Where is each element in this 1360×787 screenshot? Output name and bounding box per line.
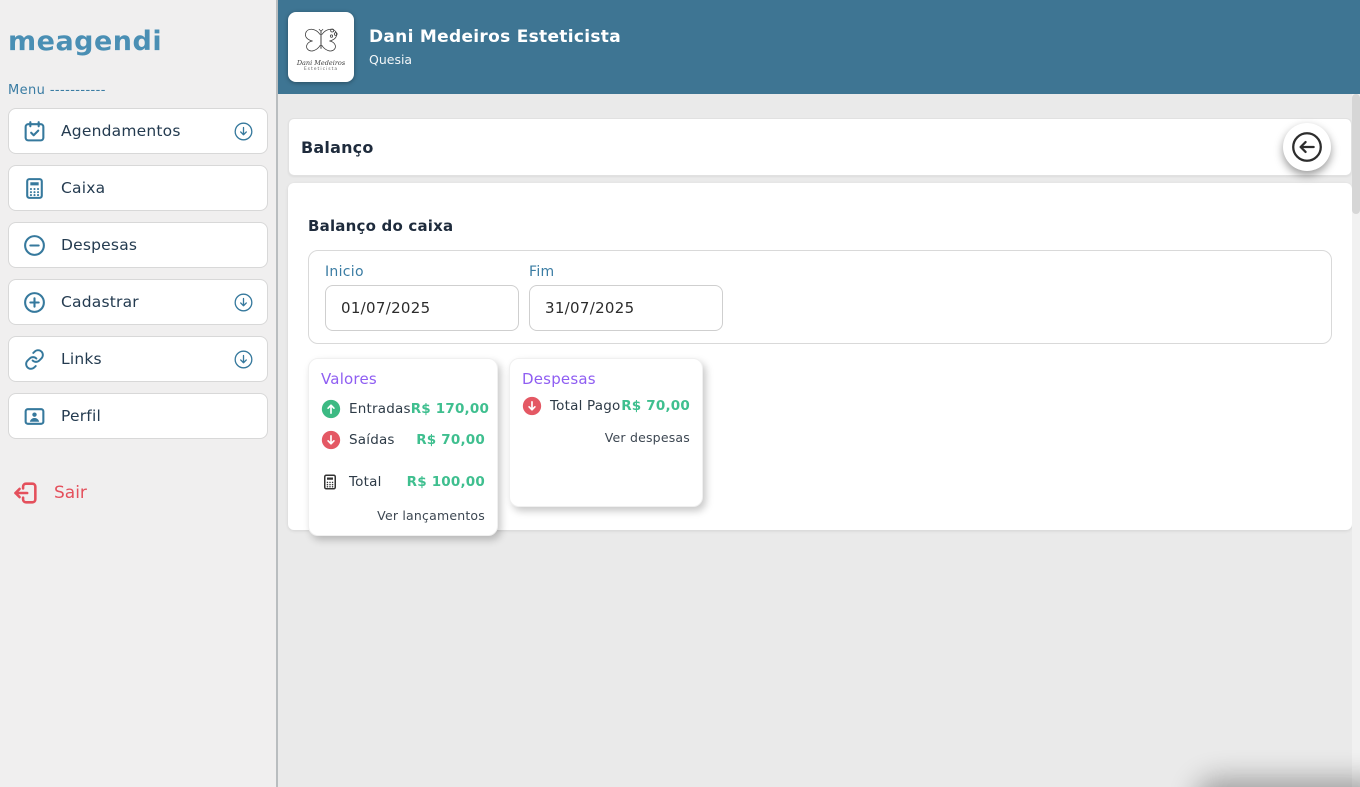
ver-despesas-link[interactable]: Ver despesas [522, 430, 690, 445]
page-title: Balanço [301, 137, 374, 157]
saidas-label: Saídas [349, 432, 395, 448]
arrow-down-circle-icon [321, 430, 341, 450]
start-date-field: Inicio [325, 261, 519, 331]
logout-button[interactable]: Sair [8, 479, 268, 507]
calculator-icon [321, 472, 341, 492]
avatar-subcaption: Esteticista [303, 67, 339, 73]
valores-card-title: Valores [321, 370, 377, 388]
sidebar-item-cadastrar[interactable]: Cadastrar [8, 279, 268, 325]
sidebar-item-label: Agendamentos [61, 122, 181, 140]
sidebar-item-links[interactable]: Links [8, 336, 268, 382]
business-avatar: Dani Medeiros Esteticista [288, 12, 354, 82]
sidebar-item-label: Caixa [61, 179, 106, 197]
app-logo: meagendi [8, 26, 163, 57]
avatar-caption: Dani Medeiros [296, 58, 346, 67]
entradas-value: R$ 170,00 [410, 401, 490, 417]
top-header: Dani Medeiros Esteticista Dani Medeiros … [278, 0, 1360, 94]
start-date-input[interactable] [325, 285, 519, 331]
summary-cards-row: Valores Entradas R$ 170,00 Saídas R$ 70,… [308, 358, 1332, 536]
business-name: Dani Medeiros Esteticista [369, 27, 621, 47]
despesas-card: Despesas Total Pago R$ 70,00 Ver despesa… [509, 358, 703, 507]
link-icon [21, 346, 47, 372]
minus-circle-icon [21, 232, 47, 258]
menu-section-label: Menu ----------- [8, 83, 106, 98]
content-area: Balanço Balanço do caixa Inicio Fim [278, 94, 1360, 536]
person-card-icon [21, 403, 47, 429]
sidebar-item-label: Links [61, 350, 102, 368]
calculator-icon [21, 175, 47, 201]
chevron-down-circle-icon[interactable] [233, 120, 255, 142]
sidebar-item-agendamentos[interactable]: Agendamentos [8, 108, 268, 154]
balance-section-title: Balanço do caixa [308, 217, 454, 235]
total-pago-label: Total Pago [550, 398, 621, 414]
logout-icon [12, 479, 40, 507]
total-value: R$ 100,00 [406, 474, 485, 490]
end-date-field: Fim [529, 261, 723, 331]
total-label: Total [349, 474, 382, 490]
total-row: Total R$ 100,00 [321, 472, 485, 492]
butterfly-logo-icon [305, 28, 338, 52]
sidebar-item-perfil[interactable]: Perfil [8, 393, 268, 439]
saidas-value: R$ 70,00 [416, 432, 485, 448]
arrow-left-circle-icon [1292, 132, 1322, 162]
chevron-down-circle-icon[interactable] [233, 291, 255, 313]
scrollbar-thumb[interactable] [1352, 94, 1360, 214]
ver-lancamentos-link[interactable]: Ver lançamentos [321, 508, 485, 523]
saidas-row: Saídas R$ 70,00 [321, 430, 485, 450]
plus-circle-icon [21, 289, 47, 315]
end-date-input[interactable] [529, 285, 723, 331]
despesas-card-title: Despesas [522, 370, 596, 388]
arrow-down-circle-icon [522, 396, 542, 416]
user-name: Quesia [369, 52, 413, 67]
total-pago-row: Total Pago R$ 70,00 [522, 396, 690, 416]
sidebar: meagendi Menu ----------- Agendamentos C… [0, 0, 278, 787]
page-title-bar: Balanço [288, 118, 1352, 176]
sidebar-item-label: Cadastrar [61, 293, 139, 311]
chevron-down-circle-icon[interactable] [233, 348, 255, 370]
sidebar-item-label: Despesas [61, 236, 138, 254]
back-button[interactable] [1283, 123, 1331, 171]
sidebar-item-despesas[interactable]: Despesas [8, 222, 268, 268]
scrollbar[interactable] [1352, 94, 1360, 787]
total-pago-value: R$ 70,00 [621, 398, 690, 414]
entradas-label: Entradas [349, 401, 411, 417]
end-date-label: Fim [529, 264, 555, 280]
valores-card: Valores Entradas R$ 170,00 Saídas R$ 70,… [308, 358, 498, 536]
sidebar-item-label: Perfil [61, 407, 101, 425]
entradas-row: Entradas R$ 170,00 [321, 399, 489, 419]
sidebar-item-caixa[interactable]: Caixa [8, 165, 268, 211]
date-range-panel: Inicio Fim [308, 250, 1332, 344]
logout-label: Sair [54, 483, 87, 503]
header-text: Dani Medeiros Esteticista Quesia [369, 27, 621, 67]
start-date-label: Inicio [325, 264, 364, 280]
main-area: Dani Medeiros Esteticista Dani Medeiros … [278, 0, 1360, 787]
calendar-check-icon [21, 118, 47, 144]
balance-panel: Balanço do caixa Inicio Fim Valores [288, 183, 1352, 536]
arrow-up-circle-icon [321, 399, 341, 419]
